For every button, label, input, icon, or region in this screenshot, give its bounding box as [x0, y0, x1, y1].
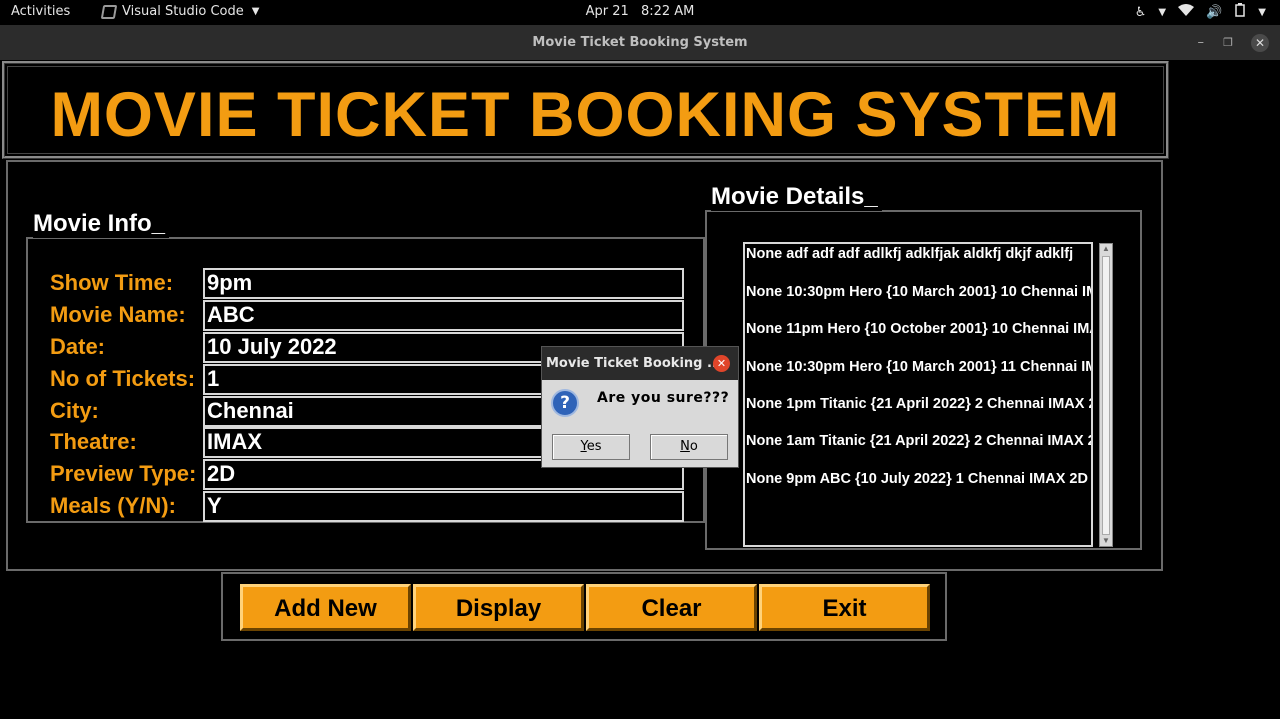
- volume-icon: 🔊: [1206, 4, 1223, 20]
- list-item[interactable]: None 10:30pm Hero {10 March 2001} 10 Che…: [746, 284, 1091, 300]
- list-item[interactable]: None 1am Titanic {21 April 2022} 2 Chenn…: [746, 433, 1091, 449]
- clock[interactable]: Apr 21 8:22 AM: [0, 4, 1280, 19]
- city-label: City:: [50, 398, 99, 423]
- minimize-button[interactable]: –: [1198, 25, 1205, 61]
- add-new-button[interactable]: Add New: [240, 584, 411, 631]
- chevron-down-icon: ▼: [1258, 6, 1266, 18]
- wifi-icon: [1178, 4, 1195, 20]
- list-item[interactable]: None 9pm ABC {10 July 2022} 1 Chennai IM…: [746, 471, 1091, 487]
- system-tray[interactable]: ♿ ▼ 🔊 ▼: [1135, 3, 1266, 21]
- meals-label: Meals (Y/N):: [50, 493, 176, 518]
- movie-details-title: Movie Details_: [711, 183, 882, 211]
- tickets-label: No of Tickets:: [50, 366, 196, 391]
- close-button[interactable]: ✕: [1251, 34, 1269, 52]
- no-mnemonic: N: [680, 439, 690, 454]
- clock-time: 8:22 AM: [640, 4, 695, 19]
- system-top-bar: Activities Visual Studio Code ▼ Apr 21 8…: [0, 0, 1280, 25]
- dialog-message: Are you sure???: [597, 390, 730, 406]
- theatre-label: Theatre:: [50, 429, 137, 454]
- yes-label-rest: es: [586, 439, 602, 454]
- battery-icon: [1234, 3, 1246, 21]
- clock-date: Apr 21: [585, 4, 629, 19]
- confirm-dialog: Movie Ticket Booking ... ✕ ? Are you sur…: [541, 346, 739, 468]
- movie-name-label: Movie Name:: [50, 302, 186, 327]
- display-button[interactable]: Display: [413, 584, 584, 631]
- meals-field[interactable]: Y: [203, 491, 684, 522]
- scroll-down-icon[interactable]: ▼: [1100, 536, 1112, 546]
- chevron-down-icon: ▼: [1158, 6, 1167, 18]
- no-label-rest: o: [689, 439, 698, 454]
- no-button[interactable]: No: [650, 434, 728, 460]
- scrollbar-thumb[interactable]: [1102, 256, 1110, 535]
- list-item[interactable]: None adf adf adf adlkfj adklfjak aldkfj …: [746, 246, 1073, 262]
- list-item[interactable]: None 10:30pm Hero {10 March 2001} 11 Che…: [746, 359, 1091, 375]
- page-title: MOVIE TICKET BOOKING SYSTEM: [50, 80, 1121, 150]
- date-label: Date:: [50, 334, 106, 359]
- exit-button[interactable]: Exit: [759, 584, 930, 631]
- movie-name-field[interactable]: ABC: [203, 300, 684, 331]
- scroll-up-icon[interactable]: ▲: [1100, 244, 1112, 254]
- heading-frame: MOVIE TICKET BOOKING SYSTEM: [2, 61, 1169, 159]
- vertical-scrollbar[interactable]: ▲ ▼: [1099, 243, 1113, 547]
- movie-details-list[interactable]: None adf adf adf adlkfj adklfjak aldkfj …: [743, 242, 1093, 547]
- list-item[interactable]: None 11pm Hero {10 October 2001} 10 Chen…: [746, 321, 1091, 337]
- list-item[interactable]: None 1pm Titanic {21 April 2022} 2 Chenn…: [746, 396, 1091, 412]
- show-time-label: Show Time:: [50, 270, 174, 295]
- movie-info-title: Movie Info_: [33, 210, 170, 238]
- preview-type-label: Preview Type:: [50, 461, 197, 486]
- window-titlebar[interactable]: Movie Ticket Booking System – ❐ ✕: [0, 25, 1280, 60]
- dialog-title[interactable]: Movie Ticket Booking ...: [542, 347, 738, 380]
- show-time-field[interactable]: 9pm: [203, 268, 684, 299]
- dialog-close-icon[interactable]: ✕: [713, 355, 730, 372]
- window-title: Movie Ticket Booking System: [532, 35, 748, 50]
- yes-button[interactable]: Yes: [552, 434, 630, 460]
- clear-button[interactable]: Clear: [586, 584, 757, 631]
- maximize-button[interactable]: ❐: [1223, 25, 1233, 61]
- accessibility-icon[interactable]: ♿: [1135, 5, 1147, 20]
- question-icon: ?: [551, 389, 579, 417]
